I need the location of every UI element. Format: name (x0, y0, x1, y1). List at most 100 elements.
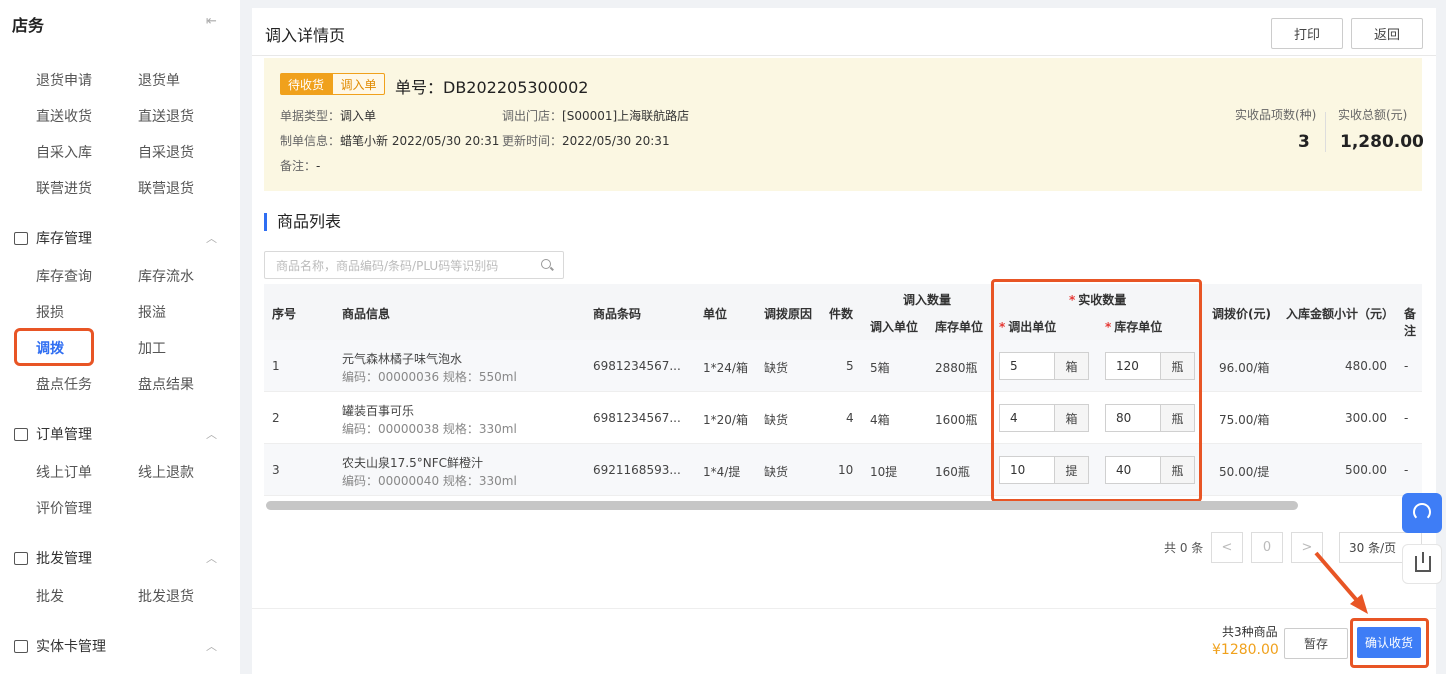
chevron-up-icon[interactable]: ︿ (206, 550, 217, 566)
sidebar-item-wholesale-return[interactable]: 批发退货 (138, 586, 194, 606)
table-row: 1 元气森林橘子味气泡水 编码：00000036 规格：550ml 698123… (264, 340, 1422, 392)
cell-name: 元气森林橘子味气泡水 (342, 352, 463, 366)
sidebar-item-return-order[interactable]: 退货单 (138, 70, 180, 90)
sidebar-item-stocktake-result[interactable]: 盘点结果 (138, 374, 194, 394)
sidebar-item-loss[interactable]: 报损 (36, 302, 64, 322)
sidebar-group-wholesale[interactable]: 批发管理 (14, 548, 92, 568)
pagination-total: 共 0 条 (1164, 541, 1204, 555)
items-count-label: 实收品项数(种) (1235, 108, 1317, 122)
table-row: 3 农夫山泉17.5°NFC鲜橙汁 编码：00000040 规格：330ml 6… (264, 444, 1422, 496)
footer-total: ¥1280.00 (1212, 642, 1279, 658)
sidebar-item-wholesale[interactable]: 批发 (36, 586, 64, 606)
download-button[interactable] (1402, 544, 1442, 584)
product-count: 共3种商品 (1222, 625, 1278, 639)
th-seq: 序号 (272, 307, 297, 321)
doc-type: 单据类型：调入单 (280, 109, 377, 123)
cell-name: 罐装百事可乐 (342, 404, 415, 418)
chevron-up-icon[interactable]: ︿ (206, 230, 217, 246)
cell-barcode: 6981234567... (593, 359, 681, 373)
print-button[interactable]: 打印 (1271, 18, 1343, 49)
sidebar-item-stock-flow[interactable]: 库存流水 (138, 266, 194, 286)
scrollbar-thumb[interactable] (266, 501, 1298, 510)
status-badge: 待收货 (280, 73, 332, 95)
chevron-up-icon[interactable]: ︿ (206, 426, 217, 442)
sidebar-group-inventory[interactable]: 库存管理 (14, 228, 92, 248)
sidebar-item-return-request[interactable]: 退货申请 (36, 70, 92, 90)
sidebar-item-reviews[interactable]: 评价管理 (36, 498, 92, 518)
cell-pieces: 4 (846, 411, 854, 425)
cell-stock-unit: 1600瓶 (935, 413, 978, 427)
next-page-button[interactable]: > (1291, 532, 1323, 563)
sidebar-item-transfer[interactable]: 调拨 (36, 338, 64, 358)
sidebar-group-orders[interactable]: 订单管理 (14, 424, 92, 444)
type-badge: 调入单 (332, 73, 385, 95)
group-label: 批发管理 (36, 551, 92, 567)
cell-unit: 1*4/提 (703, 465, 741, 479)
search-input[interactable]: 商品名称，商品编码/条码/PLU码等识别码 (264, 251, 564, 279)
cell-remark: - (1404, 463, 1409, 477)
sidebar-item-joint-purchase[interactable]: 联营进货 (36, 178, 92, 198)
card-icon (14, 639, 28, 653)
updated-time: 更新时间：2022/05/30 20:31 (502, 134, 670, 148)
sidebar-item-direct-receive[interactable]: 直送收货 (36, 106, 92, 126)
sidebar-group-cards[interactable]: 实体卡管理 (14, 636, 106, 656)
group-label: 订单管理 (36, 427, 92, 443)
cell-seq: 2 (272, 411, 280, 425)
sidebar-item-stock-query[interactable]: 库存查询 (36, 266, 92, 286)
cell-seq: 3 (272, 463, 280, 477)
inventory-icon (14, 231, 28, 245)
sidebar: 店务 ⇤ 退货申请 退货单 直送收货 直送退货 自采入库 自采退货 联营进货 联… (0, 0, 240, 674)
cell-stock-unit: 160瓶 (935, 465, 970, 479)
stat-divider (1325, 112, 1326, 152)
wholesale-icon (14, 551, 28, 565)
back-button[interactable]: 返回 (1351, 18, 1423, 49)
page-number[interactable]: 0 (1251, 532, 1283, 563)
main-panel: 调入详情页 打印 返回 待收货 调入单 单号：DB202205300002 单据… (252, 8, 1436, 674)
search-icon[interactable] (541, 259, 551, 269)
table-row: 2 罐装百事可乐 编码：00000038 规格：330ml 6981234567… (264, 392, 1422, 444)
download-icon (1415, 552, 1431, 572)
cell-sub: 编码：00000038 规格：330ml (342, 422, 517, 436)
total-amount-value: 1,280.00 (1340, 132, 1424, 152)
total-amount-label: 实收总额(元) (1338, 108, 1408, 122)
th-pieces: 件数 (829, 307, 854, 321)
cell-reason: 缺货 (764, 361, 789, 375)
order-number: 单号：DB202205300002 (395, 78, 589, 97)
sidebar-item-joint-return[interactable]: 联营退货 (138, 178, 194, 198)
cell-price: 75.00/箱 (1219, 413, 1270, 427)
order-info-card: 待收货 调入单 单号：DB202205300002 单据类型：调入单 调出门店：… (264, 58, 1424, 191)
th-info: 商品信息 (342, 307, 391, 321)
cell-barcode: 6921168593... (593, 463, 681, 477)
cell-sub: 编码：00000036 规格：550ml (342, 370, 517, 384)
cell-price: 50.00/提 (1219, 465, 1270, 479)
customer-service-button[interactable] (1402, 493, 1442, 533)
remark: 备注：- (280, 159, 321, 173)
cell-reason: 缺货 (764, 465, 789, 479)
sidebar-item-direct-return[interactable]: 直送退货 (138, 106, 194, 126)
section-title: 商品列表 (264, 213, 341, 231)
th-price: 调拨价(元) (1212, 307, 1271, 321)
sidebar-item-overflow[interactable]: 报溢 (138, 302, 166, 322)
prev-page-button[interactable]: < (1211, 532, 1243, 563)
from-store: 调出门店：[S00001]上海联航路店 (502, 109, 690, 123)
sidebar-item-self-purchase-in[interactable]: 自采入库 (36, 142, 92, 162)
headset-icon (1413, 503, 1431, 521)
cell-barcode: 6981234567... (593, 411, 681, 425)
save-draft-button[interactable]: 暂存 (1284, 628, 1348, 659)
sidebar-item-self-purchase-return[interactable]: 自采退货 (138, 142, 194, 162)
chevron-up-icon[interactable]: ︿ (206, 638, 217, 654)
search-placeholder: 商品名称，商品编码/条码/PLU码等识别码 (276, 258, 499, 273)
cell-subtotal: 300.00 (1345, 411, 1387, 425)
sidebar-item-online-orders[interactable]: 线上订单 (36, 462, 92, 482)
sidebar-item-processing[interactable]: 加工 (138, 338, 166, 358)
cell-pieces: 5 (846, 359, 854, 373)
sidebar-item-stocktake-task[interactable]: 盘点任务 (36, 374, 92, 394)
sidebar-item-online-refund[interactable]: 线上退款 (138, 462, 194, 482)
cell-sub: 编码：00000040 规格：330ml (342, 474, 517, 488)
page-title: 调入详情页 (265, 26, 346, 45)
actual-qty-highlight (991, 279, 1202, 502)
cell-subtotal: 500.00 (1345, 463, 1387, 477)
footer-bar: 共3种商品 ¥1280.00 暂存 确认收货 (252, 608, 1436, 674)
collapse-sidebar-icon[interactable]: ⇤ (206, 14, 217, 29)
product-table: 序号 商品信息 商品条码 单位 调拨原因 件数 调入数量 调入单位 库存单位 *… (264, 284, 1422, 498)
